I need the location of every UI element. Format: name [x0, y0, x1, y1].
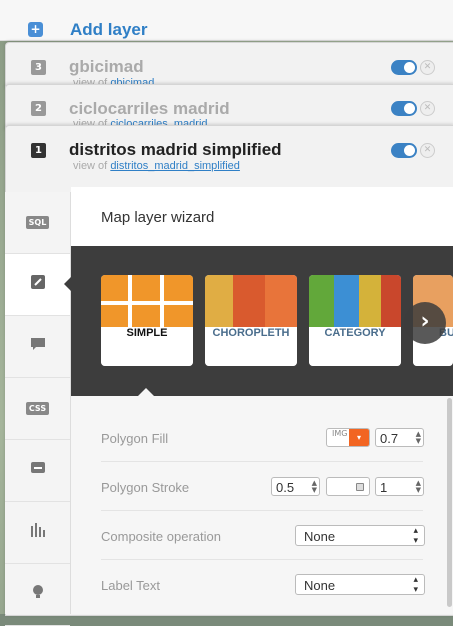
divider [101, 461, 423, 462]
stepper-icon[interactable]: ▲ ▼ [416, 480, 421, 494]
sidebar-item-mapmark[interactable] [5, 564, 70, 626]
stroke-color-picker[interactable] [326, 477, 370, 496]
wizard-panel: Map layer wizard SIMPLE CHOROPLETH CATEG… [71, 187, 453, 614]
label-text-value: None [304, 578, 336, 593]
wizard-type-choropleth[interactable]: CHOROPLETH [205, 275, 297, 366]
visibility-toggle[interactable] [391, 101, 417, 116]
filter-bars-icon [29, 522, 47, 543]
stroke-opacity-input[interactable]: 1 ▲ ▼ [375, 477, 424, 496]
add-layer-label[interactable]: Add layer [70, 20, 147, 40]
stroke-width-input[interactable]: 0.5 ▲ ▼ [271, 477, 320, 496]
wizard-type-category[interactable]: CATEGORY [309, 275, 401, 366]
composite-operation-label: Composite operation [101, 529, 221, 544]
sidebar-item-css[interactable]: CSS [5, 378, 70, 440]
layer-number: 3 [31, 60, 46, 75]
sql-icon: SQL [25, 216, 50, 229]
category-preview [309, 275, 401, 327]
view-prefix: view of [73, 160, 108, 172]
stroke-opacity-value: 1 [380, 480, 388, 495]
polygon-fill-image-picker[interactable]: IMG ▾ [326, 428, 370, 447]
wizard-type-label: SIMPLE [101, 327, 193, 366]
chevron-right-icon[interactable]: › [404, 302, 446, 344]
legend-icon [29, 460, 47, 481]
img-label: IMG [332, 429, 348, 438]
close-icon[interactable]: ✕ [420, 143, 435, 158]
composite-value: None [304, 529, 336, 544]
layer-name[interactable]: gbicimad [69, 57, 144, 77]
layer-item-ciclocarriles[interactable]: 2 ciclocarriles madrid view of ciclocarr… [5, 84, 453, 131]
sidebar-item-wizard[interactable] [5, 254, 70, 316]
close-icon[interactable]: ✕ [420, 60, 435, 75]
lightbulb-icon [30, 584, 46, 605]
composite-operation-select[interactable]: None ▴ ▾ [295, 525, 425, 546]
wizard-type-simple[interactable]: SIMPLE [101, 275, 193, 366]
visibility-toggle[interactable] [391, 60, 417, 75]
wizard-title: Map layer wizard [101, 209, 215, 226]
sidebar-item-sql[interactable]: SQL [5, 192, 70, 254]
choropleth-preview [205, 275, 297, 327]
scrollbar[interactable] [447, 398, 452, 607]
layer-sidebar: SQL CSS [5, 192, 71, 626]
layer-number: 2 [31, 101, 46, 116]
stepper-icon[interactable]: ▲ ▼ [312, 480, 317, 494]
css-icon: CSS [25, 402, 50, 415]
polygon-fill-opacity-input[interactable]: 0.7 ▲ ▼ [375, 428, 424, 447]
color-picker-icon [356, 483, 364, 491]
polygon-stroke-label: Polygon Stroke [101, 480, 190, 495]
layer-item-gbicimad[interactable]: 3 gbicimad view of gbicimad ✕ [5, 42, 453, 89]
polygon-fill-label: Polygon Fill [101, 431, 169, 446]
select-arrows-icon: ▴ ▾ [413, 526, 418, 546]
layer-name[interactable]: distritos madrid simplified [69, 140, 282, 160]
layer-name[interactable]: ciclocarriles madrid [69, 99, 230, 119]
plus-icon[interactable]: + [28, 22, 43, 37]
label-text-select[interactable]: None ▴ ▾ [295, 574, 425, 595]
active-pointer [64, 277, 71, 291]
brush-icon [30, 274, 46, 295]
speech-bubble-icon [30, 336, 46, 357]
divider [101, 510, 423, 511]
opacity-value: 0.7 [380, 431, 399, 446]
sidebar-item-filters[interactable] [5, 502, 70, 564]
layer-number: 1 [31, 143, 46, 158]
close-icon[interactable]: ✕ [420, 101, 435, 116]
label-text-label: Label Text [101, 578, 161, 593]
visibility-toggle[interactable] [391, 143, 417, 158]
add-layer-row[interactable]: + Add layer [0, 0, 453, 41]
view-link[interactable]: distritos_madrid_simplified [110, 160, 240, 172]
fill-color-swatch[interactable]: ▾ [349, 429, 369, 446]
simple-preview [101, 275, 193, 327]
layer-source: view of distritos_madrid_simplified [73, 160, 240, 172]
select-arrows-icon: ▴ ▾ [413, 575, 418, 595]
sidebar-item-legends[interactable] [5, 440, 70, 502]
wizard-type-label: CATEGORY [309, 327, 401, 366]
sidebar-item-infowindow[interactable] [5, 316, 70, 378]
stepper-icon[interactable]: ▲ ▼ [416, 431, 421, 445]
wizard-type-label: CHOROPLETH [205, 327, 297, 366]
stroke-width-value: 0.5 [276, 480, 295, 495]
divider [101, 559, 423, 560]
